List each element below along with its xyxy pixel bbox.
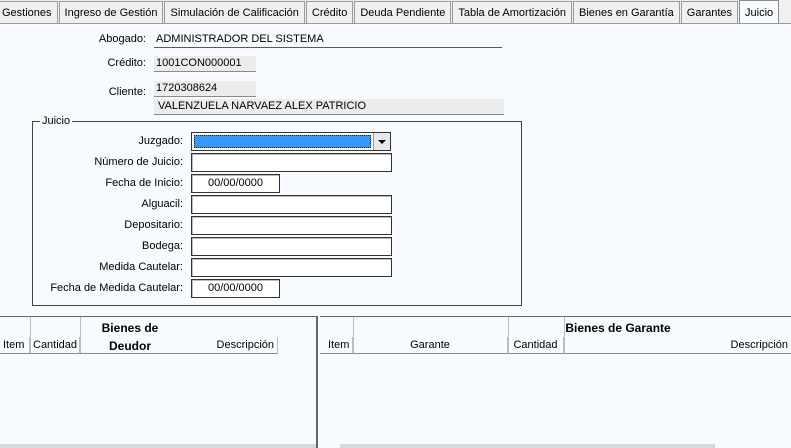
tab-label: Ingreso de Gestión — [64, 6, 158, 19]
tab-credito[interactable]: Crédito — [305, 1, 354, 23]
fecha-inicio-label: Fecha de Inicio: — [105, 177, 183, 189]
cliente-id: 1720308624 — [154, 81, 256, 97]
dropdown-button[interactable] — [373, 133, 390, 150]
numero-juicio-input[interactable] — [191, 153, 392, 172]
cliente-name: VALENZUELA NARVAEZ ALEX PATRICIO — [154, 99, 504, 115]
numero-juicio-label: Número de Juicio: — [94, 156, 183, 168]
tab-label: Gestiones — [2, 6, 52, 19]
tab-gestiones[interactable]: Gestiones — [0, 1, 58, 23]
juicio-group-label: Juicio — [40, 114, 73, 128]
fecha-medida-cautelar-input[interactable]: 00/00/0000 — [191, 279, 280, 298]
horizontal-scrollbar[interactable] — [0, 444, 316, 448]
abogado-value: ADMINISTRADOR DEL SISTEMA — [154, 32, 502, 48]
credito-value: 1001CON000001 — [154, 56, 256, 72]
column-header-item[interactable]: Item — [0, 337, 30, 354]
column-header-descripcion[interactable]: Descripción — [80, 337, 278, 354]
tab-label: Bienes en Garantía — [579, 6, 674, 19]
tab-garantes[interactable]: Garantes — [680, 1, 739, 23]
abogado-label: Abogado: — [98, 33, 146, 45]
alguacil-label: Alguacil: — [141, 198, 183, 210]
credito-label: Crédito: — [107, 57, 146, 69]
column-header-descripcion[interactable]: Descripción — [564, 337, 791, 354]
tab-label: Crédito — [311, 6, 348, 19]
bienes-deudor-title: Bienes de Deudor — [101, 321, 159, 353]
tab-juicio[interactable]: Juicio — [739, 0, 780, 23]
tab-deuda-pendiente[interactable]: Deuda Pendiente — [354, 1, 452, 23]
tab-label: Simulación de Calificación — [170, 6, 299, 19]
alguacil-input[interactable] — [191, 195, 392, 214]
bienes-deudor-grid[interactable]: Bienes de Deudor Item Cantidad Descripci… — [0, 316, 318, 448]
tab-bienes-garantia[interactable]: Bienes en Garantía — [573, 1, 680, 23]
juzgado-label: Juzgado: — [138, 135, 183, 147]
tab-label: Deuda Pendiente — [360, 6, 446, 19]
bodega-label: Bodega: — [142, 240, 183, 252]
tab-ingreso-gestion[interactable]: Ingreso de Gestión — [58, 1, 164, 23]
horizontal-scrollbar[interactable] — [340, 444, 715, 448]
tab-label: Tabla de Amortización — [458, 6, 566, 19]
medida-cautelar-input[interactable] — [191, 258, 392, 277]
cliente-label: Cliente: — [108, 86, 146, 98]
tab-bar: Gestiones Ingreso de Gestión Simulación … — [0, 0, 791, 24]
tab-label: Garantes — [686, 6, 733, 19]
column-header-cantidad[interactable]: Cantidad — [508, 337, 564, 354]
fecha-inicio-input[interactable]: 00/00/0000 — [191, 174, 280, 193]
column-header-garante[interactable]: Garante — [353, 337, 508, 354]
bodega-input[interactable] — [191, 237, 392, 256]
depositario-input[interactable] — [191, 216, 392, 235]
juzgado-select[interactable] — [191, 132, 391, 151]
fecha-medida-cautelar-label: Fecha de Medida Cautelar: — [50, 282, 183, 294]
tab-simulacion-calificacion[interactable]: Simulación de Calificación — [164, 1, 305, 23]
tab-tabla-amortizacion[interactable]: Tabla de Amortización — [452, 1, 572, 23]
juzgado-selected-value — [194, 135, 371, 148]
depositario-label: Depositario: — [124, 219, 183, 231]
medida-cautelar-label: Medida Cautelar: — [99, 261, 183, 273]
chevron-down-icon — [378, 139, 386, 144]
bienes-garante-title: Bienes de Garante — [565, 321, 671, 335]
column-header-item[interactable]: Item — [320, 337, 353, 354]
tab-label: Juicio — [745, 6, 774, 19]
column-header-cantidad[interactable]: Cantidad — [30, 337, 80, 354]
bienes-garante-grid[interactable]: Bienes de Garante Item Garante Cantidad … — [320, 316, 791, 448]
